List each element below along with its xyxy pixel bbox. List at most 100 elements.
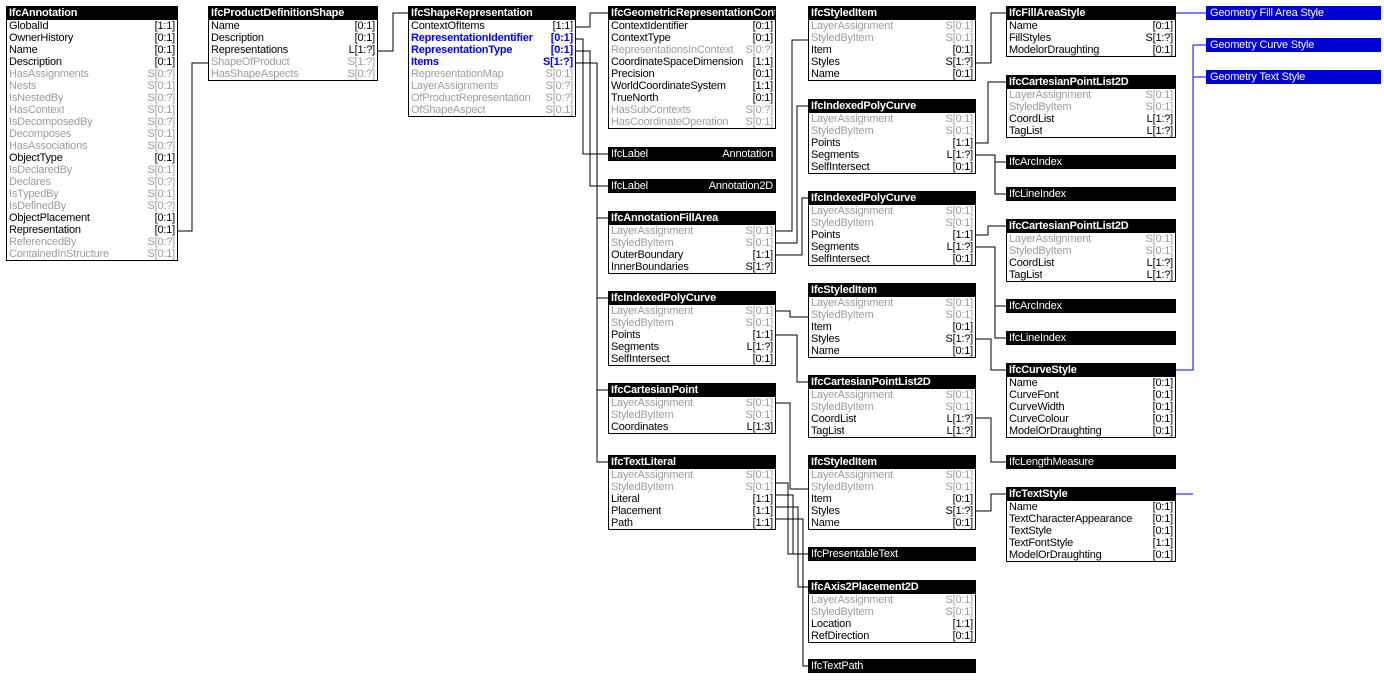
- attribute-row[interactable]: ContextOfItems [1:1]: [409, 20, 575, 32]
- attribute-row[interactable]: Representations L[1:?]: [209, 44, 377, 56]
- attribute-row[interactable]: TagList L[1:?]: [1007, 125, 1175, 137]
- attribute-row[interactable]: Item [0:1]: [809, 321, 975, 333]
- attribute-row[interactable]: SelfIntersect [0:1]: [609, 353, 775, 365]
- attribute-row[interactable]: ContainedInStructure S[0:1]: [7, 248, 177, 260]
- attribute-row[interactable]: ObjectPlacement [0:1]: [7, 212, 177, 224]
- attribute-row[interactable]: IsDeclaredBy S[0:1]: [7, 164, 177, 176]
- type-label-label-presentable-text[interactable]: IfcPresentableText: [808, 547, 976, 561]
- attribute-row[interactable]: Coordinates L[1:3]: [609, 421, 775, 433]
- attribute-row[interactable]: ModelOrDraughting [0:1]: [1007, 425, 1175, 437]
- attribute-row[interactable]: Segments L[1:?]: [809, 241, 975, 253]
- attribute-row[interactable]: Points [1:1]: [609, 329, 775, 341]
- attribute-row[interactable]: CoordList L[1:?]: [809, 413, 975, 425]
- attribute-row[interactable]: ModelorDraughting [0:1]: [1007, 44, 1175, 56]
- attribute-row[interactable]: RepresentationType [0:1]: [409, 44, 575, 56]
- attribute-row[interactable]: ContextType [0:1]: [609, 32, 775, 44]
- attribute-row[interactable]: TagList L[1:?]: [809, 425, 975, 437]
- attribute-row[interactable]: StyledByItem S[0:1]: [609, 317, 775, 329]
- attribute-row[interactable]: Points [1:1]: [809, 229, 975, 241]
- attribute-row[interactable]: Segments L[1:?]: [609, 341, 775, 353]
- entity-box-ifc-cartesian-point-list-2d-col6b[interactable]: IfcCartesianPointList2D LayerAssignment S[…: [1006, 219, 1176, 282]
- attribute-row[interactable]: GlobalId [1:1]: [7, 20, 177, 32]
- attribute-row[interactable]: StyledByItem S[0:1]: [809, 125, 975, 137]
- attribute-row[interactable]: HasAssignments S[0:?]: [7, 68, 177, 80]
- attribute-row[interactable]: HasCoordinateOperation S[0:1]: [609, 116, 775, 128]
- attribute-row[interactable]: OwnerHistory [0:1]: [7, 32, 177, 44]
- entity-box-ifc-indexed-polycurve-col5a[interactable]: IfcIndexedPolyCurve LayerAssignment S[0:1]…: [808, 99, 976, 174]
- entity-box-ifc-fill-area-style[interactable]: IfcFillAreaStyle Name [0:1] FillStyles S[1:?…: [1006, 6, 1176, 57]
- attribute-row[interactable]: ModelOrDraughting [0:1]: [1007, 549, 1175, 561]
- type-label-label-annotation-2d[interactable]: IfcLabel Annotation2D: [608, 179, 776, 193]
- attribute-row[interactable]: StyledByItem S[0:1]: [609, 409, 775, 421]
- attribute-row[interactable]: ShapeOfProduct S[1:?]: [209, 56, 377, 68]
- style-label-style-fill-area[interactable]: Geometry Fill Area Style: [1206, 6, 1381, 20]
- attribute-row[interactable]: Name [0:1]: [1007, 377, 1175, 389]
- attribute-row[interactable]: RepresentationMap S[0:1]: [409, 68, 575, 80]
- attribute-row[interactable]: TextFontStyle [1:1]: [1007, 537, 1175, 549]
- attribute-row[interactable]: OfProductRepresentation S[0:?]: [409, 92, 575, 104]
- attribute-row[interactable]: HasSubContexts S[0:?]: [609, 104, 775, 116]
- attribute-row[interactable]: Description [0:1]: [7, 56, 177, 68]
- type-label-label-annotation[interactable]: IfcLabel Annotation: [608, 147, 776, 161]
- entity-box-ifc-cartesian-point-list-2d-col6a[interactable]: IfcCartesianPointList2D LayerAssignment S[…: [1006, 75, 1176, 138]
- attribute-row[interactable]: CoordList L[1:?]: [1007, 113, 1175, 125]
- entity-box-ifc-text-literal[interactable]: IfcTextLiteral LayerAssignment S[0:1] Style…: [608, 455, 776, 530]
- attribute-row[interactable]: LayerAssignment S[0:1]: [809, 297, 975, 309]
- entity-box-ifc-cartesian-point[interactable]: IfcCartesianPoint LayerAssignment S[0:1] St…: [608, 383, 776, 434]
- type-label-label-arc-index-2[interactable]: IfcArcIndex: [1006, 299, 1176, 313]
- attribute-row[interactable]: OuterBoundary [1:1]: [609, 249, 775, 261]
- attribute-row[interactable]: LayerAssignment S[0:1]: [809, 113, 975, 125]
- attribute-row[interactable]: IsDefinedBy S[0:?]: [7, 200, 177, 212]
- attribute-row[interactable]: LayerAssignment S[0:1]: [809, 594, 975, 606]
- attribute-row[interactable]: TagList L[1:?]: [1007, 269, 1175, 281]
- entity-box-ifc-indexed-polycurve-col4[interactable]: IfcIndexedPolyCurve LayerAssignment S[0:1]…: [608, 291, 776, 366]
- attribute-row[interactable]: RefDirection [0:1]: [809, 630, 975, 642]
- attribute-row[interactable]: StyledByItem S[0:1]: [809, 481, 975, 493]
- attribute-row[interactable]: Item [0:1]: [809, 44, 975, 56]
- attribute-row[interactable]: LayerAssignment S[0:1]: [809, 205, 975, 217]
- attribute-row[interactable]: SelfIntersect [0:1]: [809, 253, 975, 265]
- attribute-row[interactable]: StyledByItem S[0:1]: [609, 237, 775, 249]
- attribute-row[interactable]: HasShapeAspects S[0:?]: [209, 68, 377, 80]
- attribute-row[interactable]: StyledByItem S[0:1]: [1007, 245, 1175, 257]
- entity-box-ifc-text-style[interactable]: IfcTextStyle Name [0:1] TextCharacterAppear…: [1006, 487, 1176, 562]
- attribute-row[interactable]: CurveWidth [0:1]: [1007, 401, 1175, 413]
- attribute-row[interactable]: LayerAssignment S[0:1]: [1007, 89, 1175, 101]
- attribute-row[interactable]: StyledByItem S[0:1]: [609, 481, 775, 493]
- type-label-label-text-path[interactable]: IfcTextPath: [808, 659, 976, 673]
- attribute-row[interactable]: Description [0:1]: [209, 32, 377, 44]
- entity-box-ifc-styled-item-3[interactable]: IfcStyledItem LayerAssignment S[0:1] Styled…: [808, 455, 976, 530]
- attribute-row[interactable]: Declares S[0:?]: [7, 176, 177, 188]
- entity-box-ifc-geometric-representation-context[interactable]: IfcGeometricRepresentationCont ContextIde…: [608, 6, 776, 129]
- attribute-row[interactable]: Segments L[1:?]: [809, 149, 975, 161]
- attribute-row[interactable]: CurveColour [0:1]: [1007, 413, 1175, 425]
- attribute-row[interactable]: StyledByItem S[0:1]: [809, 401, 975, 413]
- attribute-row[interactable]: RepresentationIdentifier [0:1]: [409, 32, 575, 44]
- attribute-row[interactable]: IsNestedBy S[0:?]: [7, 92, 177, 104]
- attribute-row[interactable]: LayerAssignments S[0:?]: [409, 80, 575, 92]
- attribute-row[interactable]: CurveFont [0:1]: [1007, 389, 1175, 401]
- attribute-row[interactable]: TextCharacterAppearance [0:1]: [1007, 513, 1175, 525]
- attribute-row[interactable]: LayerAssignment S[0:1]: [809, 389, 975, 401]
- attribute-row[interactable]: TextStyle [0:1]: [1007, 525, 1175, 537]
- attribute-row[interactable]: StyledByItem S[0:1]: [809, 606, 975, 618]
- attribute-row[interactable]: Location [1:1]: [809, 618, 975, 630]
- attribute-row[interactable]: Nests S[0:1]: [7, 80, 177, 92]
- type-label-label-line-index-2[interactable]: IfcLineIndex: [1006, 331, 1176, 345]
- attribute-row[interactable]: Name [0:1]: [809, 345, 975, 357]
- entity-box-ifc-annotation[interactable]: IfcAnnotation GlobalId [1:1] OwnerHistory [0…: [6, 6, 178, 261]
- attribute-row[interactable]: LayerAssignment S[0:1]: [809, 469, 975, 481]
- type-label-label-length-measure[interactable]: IfcLengthMeasure: [1006, 455, 1176, 469]
- attribute-row[interactable]: Decomposes S[0:1]: [7, 128, 177, 140]
- attribute-row[interactable]: Placement [1:1]: [609, 505, 775, 517]
- attribute-row[interactable]: ReferencedBy S[0:?]: [7, 236, 177, 248]
- entity-box-ifc-styled-item-2[interactable]: IfcStyledItem LayerAssignment S[0:1] Styled…: [808, 283, 976, 358]
- attribute-row[interactable]: LayerAssignment S[0:1]: [1007, 233, 1175, 245]
- style-label-style-curve[interactable]: Geometry Curve Style: [1206, 38, 1381, 52]
- attribute-row[interactable]: CoordinateSpaceDimension [1:1]: [609, 56, 775, 68]
- attribute-row[interactable]: Name [0:1]: [809, 68, 975, 80]
- entity-box-ifc-axis2-placement-2d[interactable]: IfcAxis2Placement2D LayerAssignment S[0:1]…: [808, 580, 976, 643]
- attribute-row[interactable]: Item [0:1]: [809, 493, 975, 505]
- entity-box-ifc-curve-style[interactable]: IfcCurveStyle Name [0:1] CurveFont [0:1] Curv…: [1006, 363, 1176, 438]
- attribute-row[interactable]: SelfIntersect [0:1]: [809, 161, 975, 173]
